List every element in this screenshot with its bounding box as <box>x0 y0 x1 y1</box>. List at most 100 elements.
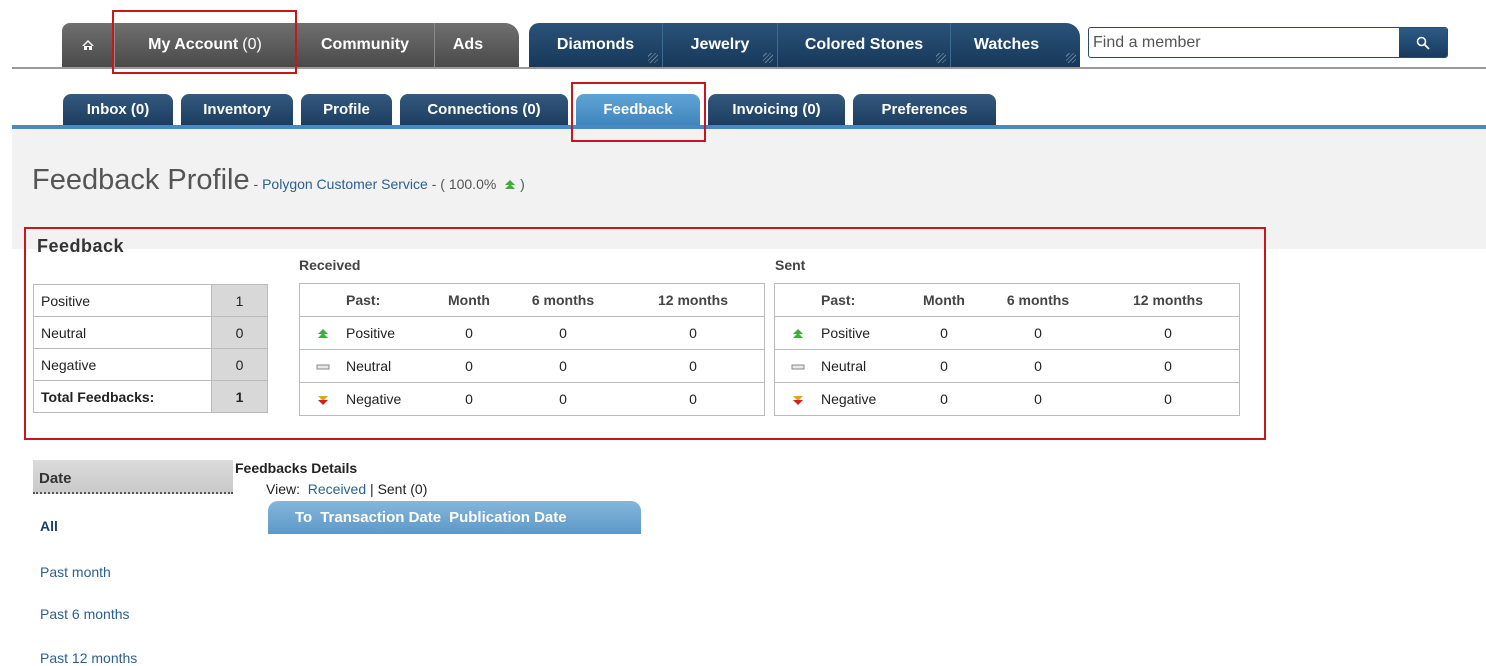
tab-inbox[interactable]: Inbox (0) <box>63 94 173 125</box>
dropdown-grip-icon <box>1066 53 1076 63</box>
dropdown-grip-icon <box>763 53 773 63</box>
tab-label: Connections (0) <box>427 101 541 118</box>
tab-preferences[interactable]: Preferences <box>853 94 996 125</box>
feedback-summary-table: Positive 1 Neutral 0 Negative 0 Total Fe… <box>33 284 268 413</box>
tab-invoicing[interactable]: Invoicing (0) <box>708 94 845 125</box>
column-header: 12 months <box>1097 284 1239 317</box>
neutral-dash-icon <box>791 364 805 370</box>
community-label: Community <box>321 36 409 53</box>
summary-label: Negative <box>33 348 212 381</box>
feedback-details-header: To Transaction Date Publication Date <box>268 501 641 534</box>
view-received-link[interactable]: Received <box>308 481 366 497</box>
tab-feedback[interactable]: Feedback <box>576 94 700 125</box>
member-search <box>1088 27 1448 58</box>
tab-label: Inbox (0) <box>86 101 150 118</box>
cell-value: 0 <box>979 316 1097 350</box>
feedback-details-title: Feedbacks Details <box>235 460 358 476</box>
table-row: Neutral 0 0 0 <box>300 349 764 383</box>
column-header: 12 months <box>622 284 764 317</box>
green-up-arrow-icon <box>793 329 803 339</box>
sent-feedback-table: Past: Month 6 months 12 months Positive … <box>774 283 1240 416</box>
feedback-section-title: Feedback <box>37 236 125 256</box>
column-header: 6 months <box>504 284 622 317</box>
cell-value: 0 <box>622 316 764 350</box>
column-header: Month <box>434 284 504 317</box>
page-title-text: Feedback Profile <box>32 164 250 196</box>
date-filter-past-12-months[interactable]: Past 12 months <box>40 650 137 666</box>
date-filter-all[interactable]: All <box>40 518 58 534</box>
table-row: Neutral 0 <box>33 316 268 349</box>
tab-label: Feedback <box>603 101 673 118</box>
tab-label: Profile <box>323 101 370 118</box>
jewelry-tab[interactable]: Jewelry <box>663 23 777 67</box>
table-header-row: Past: Month 6 months 12 months <box>775 284 1239 317</box>
column-header-publication-date[interactable]: Publication Date <box>449 509 567 526</box>
column-header: 6 months <box>979 284 1097 317</box>
red-down-arrow-icon <box>318 396 328 406</box>
row-label: Neutral <box>821 349 909 383</box>
summary-value: 1 <box>211 284 268 317</box>
column-header-transaction-date[interactable]: Transaction Date <box>320 509 441 526</box>
row-label: Positive <box>821 316 909 350</box>
summary-label: Total Feedbacks: <box>33 380 212 413</box>
watches-tab[interactable]: Watches <box>951 23 1080 67</box>
cell-value: 0 <box>434 349 504 383</box>
community-tab[interactable]: Community <box>296 23 434 67</box>
cell-value: 0 <box>504 316 622 350</box>
cell-value: 0 <box>1164 391 1172 407</box>
title-separator: - <box>249 176 263 192</box>
tab-inventory[interactable]: Inventory <box>181 94 293 125</box>
cell-value: 0 <box>434 316 504 350</box>
summary-value: 0 <box>211 316 268 349</box>
row-label: Negative <box>821 391 877 407</box>
dropdown-grip-icon <box>936 53 946 63</box>
table-header-row: Past: Month 6 months 12 months <box>300 284 764 317</box>
green-up-arrow-icon <box>318 329 328 339</box>
sent-label: Sent <box>775 257 806 273</box>
summary-value: 1 <box>211 380 268 413</box>
cell-value: 0 <box>504 349 622 383</box>
diamonds-label: Diamonds <box>556 36 635 53</box>
title-close-paren: ) <box>516 176 525 192</box>
member-search-input[interactable] <box>1093 32 1393 54</box>
tab-label: Preferences <box>881 101 968 118</box>
red-down-arrow-icon <box>793 396 803 406</box>
cell-value: 0 <box>909 349 979 383</box>
table-row: Positive 1 <box>33 284 268 317</box>
column-header: Month <box>909 284 979 317</box>
column-header-to[interactable]: To <box>295 509 312 526</box>
my-account-count: (0) <box>242 36 262 53</box>
tab-connections[interactable]: Connections (0) <box>400 94 568 125</box>
date-filter-past-6-months[interactable]: Past 6 months <box>40 606 130 622</box>
neutral-dash-icon <box>316 364 330 370</box>
row-label: Positive <box>346 316 434 350</box>
search-button[interactable] <box>1399 28 1447 57</box>
feedback-percentage: 100.0% <box>448 176 497 192</box>
cell-value: 0 <box>940 391 948 407</box>
tab-profile[interactable]: Profile <box>301 94 392 125</box>
date-filter-past-month[interactable]: Past month <box>40 564 111 580</box>
cell-value: 0 <box>465 391 473 407</box>
table-row: Neutral 0 0 0 <box>775 349 1239 383</box>
cell-value: 0 <box>1097 316 1239 350</box>
view-sent-label[interactable]: Sent (0) <box>378 481 428 497</box>
watches-label: Watches <box>973 36 1040 53</box>
member-name-link[interactable]: Polygon Customer Service <box>262 176 428 192</box>
ads-tab[interactable]: Ads <box>435 23 519 67</box>
green-up-arrow-icon <box>505 180 516 190</box>
cell-value: 0 <box>689 391 697 407</box>
received-feedback-table: Past: Month 6 months 12 months Positive … <box>299 283 765 416</box>
row-label: Negative <box>346 391 402 407</box>
table-row: Negative 0 <box>33 348 268 381</box>
magnifier-icon <box>1416 36 1430 50</box>
account-subnav: Inbox (0) Inventory Profile Connections … <box>0 85 1486 135</box>
home-icon <box>82 40 94 50</box>
table-row: Negative 0 0 0 <box>775 383 1239 416</box>
my-account-label: My Account <box>148 36 239 53</box>
home-tab[interactable] <box>62 23 114 67</box>
diamonds-tab[interactable]: Diamonds <box>529 23 662 67</box>
colored-stones-tab[interactable]: Colored Stones <box>778 23 950 67</box>
my-account-tab[interactable]: My Account (0) <box>115 23 295 67</box>
cell-value: 0 <box>909 316 979 350</box>
view-separator: | <box>366 481 378 497</box>
